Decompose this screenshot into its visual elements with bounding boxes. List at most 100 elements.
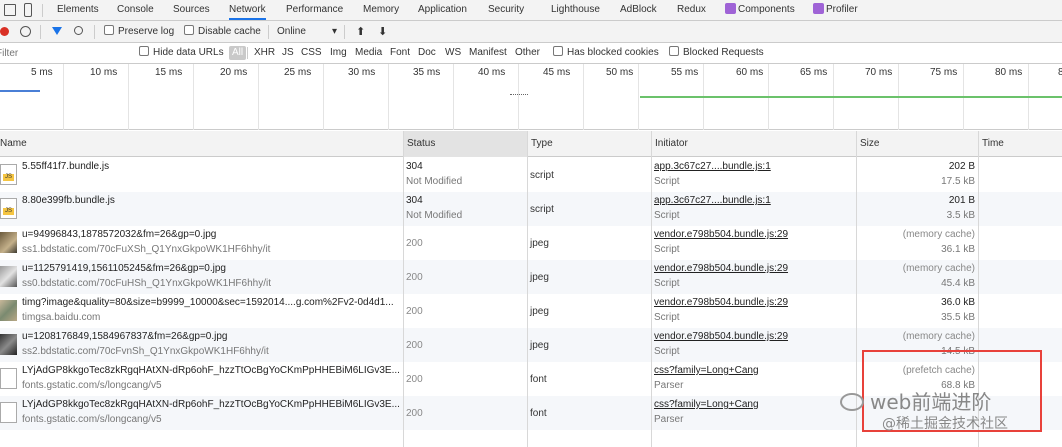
blocked-requests-checkbox[interactable]: Blocked Requests (669, 43, 764, 63)
initiator-link[interactable]: app.3c67c27....bundle.js:1 (654, 195, 771, 206)
status-text: Not Modified (406, 210, 463, 221)
request-type: font (530, 408, 547, 419)
status-code: 200 (406, 408, 423, 419)
filter-media[interactable]: Media (355, 43, 382, 63)
table-row[interactable]: u=94996843,1878572032&fm=26&gp=0.jpg ss1… (0, 226, 1062, 260)
hide-data-urls-checkbox[interactable]: Hide data URLs (139, 43, 224, 63)
initiator-type: Script (654, 278, 680, 289)
timeline-tick: 75 ms (930, 67, 958, 78)
clear-icon[interactable] (20, 26, 31, 37)
initiator-link[interactable]: vendor.e798b504.bundle.js:29 (654, 331, 788, 342)
tab-memory[interactable]: Memory (363, 0, 399, 20)
tab-security[interactable]: Security (488, 0, 524, 20)
waterfall-bar (640, 96, 1062, 98)
timeline-overview[interactable]: 5 ms 10 ms 15 ms 20 ms 25 ms 30 ms 35 ms… (0, 64, 1062, 130)
request-type: jpeg (530, 272, 549, 283)
column-initiator[interactable]: Initiator (651, 131, 688, 157)
export-har-icon[interactable]: ⬇ (378, 21, 387, 43)
initiator-link[interactable]: css?family=Long+Cang (654, 365, 759, 376)
timeline-tick: 60 ms (736, 67, 764, 78)
js-file-icon: JS (0, 164, 17, 185)
tab-elements[interactable]: Elements (57, 0, 99, 20)
tab-console[interactable]: Console (117, 0, 154, 20)
tab-network[interactable]: Network (229, 0, 266, 20)
initiator-type: Script (654, 312, 680, 323)
image-thumbnail-icon (0, 266, 17, 287)
size-transferred: 202 B (948, 161, 975, 172)
filter-xhr[interactable]: XHR (254, 43, 275, 63)
table-row[interactable]: u=1125791419,1561105245&fm=26&gp=0.jpg s… (0, 260, 1062, 294)
timeline-tick: 45 ms (543, 67, 571, 78)
filter-img[interactable]: Img (330, 43, 347, 63)
tab-performance[interactable]: Performance (286, 0, 343, 20)
filter-ws[interactable]: WS (445, 43, 461, 63)
dropdown-arrow-icon: ▾ (332, 26, 338, 37)
table-row[interactable]: timg?image&quality=80&size=b9999_10000&s… (0, 294, 1062, 328)
timeline-tick: 80 ms (995, 67, 1023, 78)
devtools-tab-bar: Elements Console Sources Network Perform… (0, 0, 1062, 21)
table-row[interactable]: JS 5.55ff41f7.bundle.js 304 Not Modified… (0, 158, 1062, 192)
request-domain: ss2.bdstatic.com/70cFvnSh_Q1YnxGkpoWK1HF… (22, 346, 269, 357)
request-domain: fonts.gstatic.com/s/longcang/v5 (22, 380, 162, 391)
preserve-log-checkbox[interactable]: Preserve log (104, 21, 174, 43)
initiator-link[interactable]: vendor.e798b504.bundle.js:29 (654, 229, 788, 240)
initiator-type: Parser (654, 414, 684, 425)
column-time[interactable]: Time (978, 131, 1004, 157)
size-transferred: (memory cache) (902, 263, 975, 274)
request-type: script (530, 204, 554, 215)
tab-components[interactable]: Components (725, 0, 795, 20)
device-toolbar-icon[interactable] (24, 3, 32, 17)
status-text: Not Modified (406, 176, 463, 187)
status-code: 200 (406, 272, 423, 283)
status-code: 200 (406, 238, 423, 249)
waterfall-bar (0, 90, 40, 92)
filter-js[interactable]: JS (282, 43, 294, 63)
request-name: u=1208176849,1584967837&fm=26&gp=0.jpg (22, 331, 228, 342)
filter-other[interactable]: Other (515, 43, 540, 63)
tab-adblock[interactable]: AdBlock (620, 0, 657, 20)
image-thumbnail-icon (0, 334, 17, 355)
column-status[interactable]: Status (403, 131, 527, 157)
filter-font[interactable]: Font (390, 43, 410, 63)
initiator-link[interactable]: vendor.e798b504.bundle.js:29 (654, 263, 788, 274)
request-domain: ss0.bdstatic.com/70cFuHSh_Q1YnxGkpoWK1HF… (22, 278, 271, 289)
filter-manifest[interactable]: Manifest (469, 43, 507, 63)
throttling-select[interactable]: Online ▾ (277, 21, 337, 43)
filter-input[interactable] (0, 45, 126, 61)
size-resource: 17.5 kB (941, 176, 975, 187)
initiator-type: Script (654, 176, 680, 187)
initiator-link[interactable]: css?family=Long+Cang (654, 399, 759, 410)
column-size[interactable]: Size (856, 131, 879, 157)
record-icon[interactable] (0, 27, 9, 36)
request-domain: fonts.gstatic.com/s/longcang/v5 (22, 414, 162, 425)
initiator-link[interactable]: vendor.e798b504.bundle.js:29 (654, 297, 788, 308)
column-type[interactable]: Type (527, 131, 553, 157)
has-blocked-cookies-checkbox[interactable]: Has blocked cookies (553, 43, 659, 63)
size-transferred: (memory cache) (902, 331, 975, 342)
request-name: LYjAdGP8kkgoTec8zkRgqHAtXN-dRp6ohF_hzzTt… (22, 399, 400, 410)
tab-redux[interactable]: Redux (677, 0, 706, 20)
image-thumbnail-icon (0, 232, 17, 253)
timeline-tick: 35 ms (413, 67, 441, 78)
tab-profiler[interactable]: Profiler (813, 0, 858, 20)
filter-all-button[interactable]: All (229, 46, 247, 60)
column-name[interactable]: Name (0, 131, 27, 157)
request-domain: ss1.bdstatic.com/70cFuXSh_Q1YnxGkpoWK1HF… (22, 244, 271, 255)
search-icon[interactable] (74, 26, 83, 35)
wechat-icon (840, 393, 864, 411)
size-resource: 3.5 kB (946, 210, 975, 221)
import-har-icon[interactable]: ⬆ (356, 21, 365, 43)
tab-sources[interactable]: Sources (173, 0, 210, 20)
filter-css[interactable]: CSS (301, 43, 322, 63)
tab-application[interactable]: Application (418, 0, 467, 20)
filter-doc[interactable]: Doc (418, 43, 436, 63)
status-code: 304 (406, 195, 423, 206)
initiator-link[interactable]: app.3c67c27....bundle.js:1 (654, 161, 771, 172)
disable-cache-checkbox[interactable]: Disable cache (184, 21, 261, 43)
inspect-element-icon[interactable] (4, 4, 16, 16)
timeline-tick: 8 (1058, 67, 1062, 78)
filter-icon[interactable] (52, 27, 62, 35)
timeline-tick: 30 ms (348, 67, 376, 78)
tab-lighthouse[interactable]: Lighthouse (551, 0, 600, 20)
table-row[interactable]: JS 8.80e399fb.bundle.js 304 Not Modified… (0, 192, 1062, 226)
